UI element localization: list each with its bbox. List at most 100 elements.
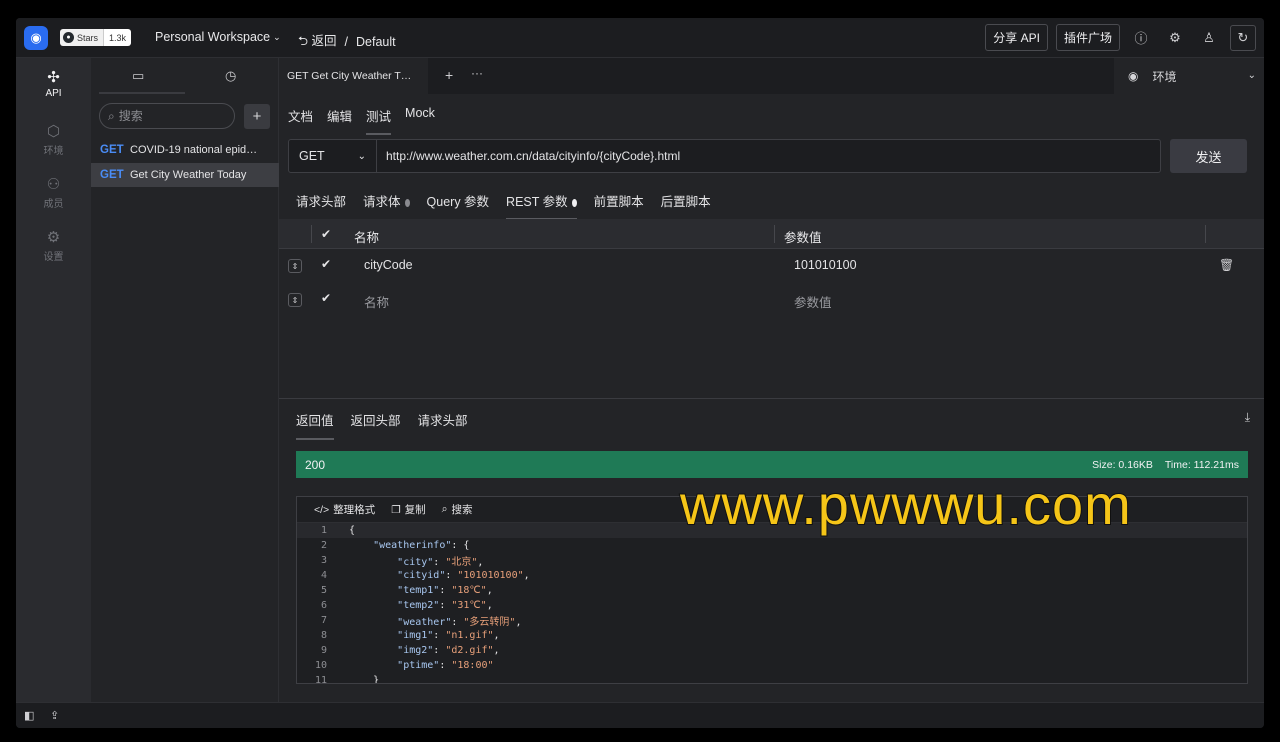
request-tab[interactable]: GET Get City Weather T… <box>279 58 428 94</box>
param-name[interactable]: cityCode <box>364 258 413 272</box>
drag-handle-icon[interactable]: ⇕ <box>288 259 302 273</box>
members-icon: ⚇ <box>46 176 61 193</box>
status-dot <box>571 198 577 207</box>
eye-icon: ◉ <box>1128 69 1139 83</box>
panel-divider[interactable] <box>279 398 1264 399</box>
line-number: 11 <box>314 675 327 684</box>
tab-request-body[interactable]: 请求体 <box>363 191 410 220</box>
search-button[interactable]: ⌕ 搜索 <box>442 502 473 517</box>
breadcrumb-separator: / <box>344 34 348 49</box>
workspace-selector[interactable]: Personal Workspace ⌄ <box>155 30 281 44</box>
line-number: 8 <box>320 630 327 641</box>
plugin-market-button[interactable]: 插件广场 <box>1055 24 1120 51</box>
code-text: "img2": "d2.gif", <box>397 645 500 656</box>
folder-icon[interactable]: ▭ <box>132 68 144 84</box>
api-list-item[interactable]: GET COVID-19 national epid… <box>91 138 279 162</box>
line-number: 4 <box>320 570 327 581</box>
row-checkbox[interactable]: ✔ <box>321 257 331 271</box>
tab-test[interactable]: 测试 <box>366 106 392 135</box>
tab-mock[interactable]: Mock <box>405 106 435 135</box>
tab-request-headers-sent[interactable]: 请求头部 <box>418 410 468 440</box>
tab-docs[interactable]: 文档 <box>288 106 313 135</box>
back-arrow-icon: ⮌ <box>298 34 309 48</box>
add-api-button[interactable]: + <box>244 104 270 129</box>
sidebar-tabs: ▭ ◷ <box>91 58 278 94</box>
chevron-down-icon: ⌄ <box>273 31 281 42</box>
breadcrumb: ⮌ 返回 / Default <box>298 30 396 53</box>
code-text: } <box>349 675 380 684</box>
rail-item-label: 设置 <box>43 252 64 263</box>
code-text: "weatherinfo": { <box>373 540 470 551</box>
code-text: "temp1": "18℃", <box>397 585 493 596</box>
nav-rail: ✣ API ⬡ 环境 ⚇ 成员 ⚙ 设置 <box>16 58 91 702</box>
add-tab-icon[interactable]: + <box>445 67 453 83</box>
code-line: 3 "city": "北京", <box>297 553 1247 568</box>
sidebar-toggle-icon[interactable]: ◧ <box>24 709 34 722</box>
help-icon[interactable]: ⓘ <box>1128 25 1154 51</box>
format-button[interactable]: </> 整理格式 <box>314 502 375 517</box>
param-name-input[interactable]: 名称 <box>364 292 389 311</box>
param-value-input[interactable]: 参数值 <box>794 292 832 311</box>
environment-selector[interactable]: ◉ 环境 ⌄ <box>1114 58 1264 94</box>
chevron-down-icon: ⌄ <box>1247 70 1256 81</box>
rail-item-members[interactable]: ⚇ 成员 <box>16 175 91 210</box>
rail-item-label: 环境 <box>43 146 64 157</box>
tab-request-headers[interactable]: 请求头部 <box>296 191 346 220</box>
code-text: "temp2": "31℃", <box>397 600 493 611</box>
history-icon[interactable]: ◷ <box>225 68 236 84</box>
download-icon[interactable]: ⤓ <box>1245 410 1250 425</box>
select-all-checkbox[interactable]: ✔ <box>321 227 331 241</box>
trash-icon[interactable]: 🗑 <box>1219 258 1234 272</box>
github-stars-count: 1.3k <box>103 29 132 46</box>
back-link[interactable]: ⮌ 返回 <box>298 30 337 53</box>
rail-item-settings[interactable]: ⚙ 设置 <box>16 228 91 263</box>
code-text: "img1": "n1.gif", <box>397 630 500 641</box>
method-value: GET <box>299 149 325 163</box>
sidebar-tab-indicator <box>99 92 185 94</box>
rail-item-api[interactable]: ✣ API <box>16 68 91 99</box>
more-icon[interactable]: ··· <box>471 66 483 80</box>
user-icon[interactable]: ♙ <box>1196 25 1222 51</box>
rail-item-label: 成员 <box>43 199 64 210</box>
tab-post-script[interactable]: 后置脚本 <box>661 191 711 220</box>
row-checkbox[interactable]: ✔ <box>321 291 331 305</box>
status-dot <box>404 198 410 207</box>
plugin-icon[interactable]: ⇪ <box>50 709 59 722</box>
github-stars-badge[interactable]: ● Stars 1.3k <box>60 29 132 46</box>
send-button[interactable]: 发送 <box>1170 139 1247 173</box>
tab-pre-script[interactable]: 前置脚本 <box>594 191 644 220</box>
breadcrumb-current[interactable]: Default <box>356 35 396 49</box>
table-header: ✔ 名称 参数值 <box>279 219 1264 249</box>
api-sidebar: ▭ ◷ ⌕ + GET COVID-19 national epid… GET … <box>91 58 279 702</box>
drag-handle-icon[interactable]: ⇕ <box>288 293 302 307</box>
code-text: "cityid": "101010100", <box>397 570 530 581</box>
tab-edit[interactable]: 编辑 <box>327 106 352 135</box>
chevron-down-icon: ⌄ <box>357 150 366 162</box>
tab-response-headers[interactable]: 返回头部 <box>351 410 401 440</box>
code-text: { <box>349 525 356 536</box>
method-select[interactable]: GET ⌄ <box>289 140 377 172</box>
code-text: "city": "北京", <box>397 557 484 568</box>
url-input[interactable]: http://www.weather.com.cn/data/cityinfo/… <box>377 140 1160 172</box>
copy-button[interactable]: ❐ 复制 <box>391 502 425 517</box>
gear-icon[interactable]: ⚙ <box>1162 25 1188 51</box>
param-tabs: 请求头部 请求体 Query 参数 REST 参数 前置脚本 后置脚本 <box>296 191 711 220</box>
refresh-icon[interactable]: ↻ <box>1230 24 1256 51</box>
watermark-text: www.pwwwu.com <box>679 472 1132 537</box>
search-icon: ⌕ <box>108 108 115 123</box>
api-search[interactable]: ⌕ <box>99 103 235 129</box>
share-api-button[interactable]: 分享 API <box>985 24 1048 51</box>
code-editor[interactable]: 1{2 "weatherinfo": {3 "city": "北京", 4 "ci… <box>297 523 1247 684</box>
top-bar: ◉ ● Stars 1.3k Personal Workspace ⌄ ⮌ 返回 … <box>16 18 1264 58</box>
tab-query-params[interactable]: Query 参数 <box>427 191 490 220</box>
response-time: Time: 112.21ms <box>1164 458 1239 471</box>
tab-response-body[interactable]: 返回值 <box>296 410 334 440</box>
line-number: 6 <box>320 600 327 611</box>
api-list-item-selected[interactable]: GET Get City Weather Today <box>91 163 279 187</box>
param-value[interactable]: 101010100 <box>794 258 857 272</box>
tab-rest-params[interactable]: REST 参数 <box>506 191 577 220</box>
search-input[interactable] <box>118 109 219 123</box>
app-window: ◉ ● Stars 1.3k Personal Workspace ⌄ ⮌ 返回 … <box>16 18 1264 728</box>
rail-item-env[interactable]: ⬡ 环境 <box>16 122 91 157</box>
github-stars-label: Stars <box>77 32 99 43</box>
